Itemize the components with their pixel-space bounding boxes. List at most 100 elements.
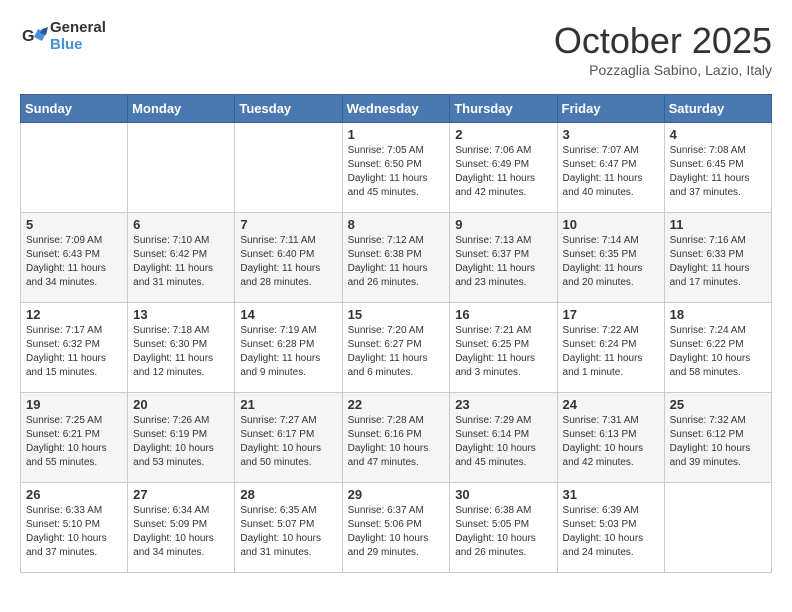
calendar-day-29: 29Sunrise: 6:37 AM Sunset: 5:06 PM Dayli…	[342, 483, 450, 573]
day-number: 28	[240, 487, 336, 502]
day-number: 22	[348, 397, 445, 412]
calendar-day-6: 6 Sunrise: 7:10 AM Sunset: 6:42 PM Daylig…	[128, 213, 235, 303]
calendar-empty-cell	[128, 123, 235, 213]
calendar-day-2: 2Sunrise: 7:06 AM Sunset: 6:49 PM Daylig…	[450, 123, 557, 213]
day-info: Sunrise: 7:13 AM Sunset: 6:37 PM Dayligh…	[455, 234, 551, 290]
calendar-day-5: 5 Sunrise: 7:09 AM Sunset: 6:43 PM Daylig…	[21, 213, 128, 303]
day-info: Sunrise: 7:22 AM Sunset: 6:24 PM Dayligh…	[563, 324, 659, 380]
day-number: 29	[348, 487, 445, 502]
calendar-day-12: 12 Sunrise: 7:17 AM Sunset: 6:32 PM Dayli…	[21, 303, 128, 393]
day-info: Sunrise: 6:34 AM Sunset: 5:09 PM Dayligh…	[133, 504, 229, 560]
calendar-day-19: 19 Sunrise: 7:25 AM Sunset: 6:21 PM Dayli…	[21, 393, 128, 483]
calendar-day-17: 17Sunrise: 7:22 AM Sunset: 6:24 PM Dayli…	[557, 303, 664, 393]
day-number: 14	[240, 307, 336, 322]
day-info: Sunrise: 7:10 AM Sunset: 6:42 PM Dayligh…	[133, 234, 229, 290]
day-info: Sunrise: 7:26 AM Sunset: 6:19 PM Dayligh…	[133, 414, 229, 470]
day-info: Sunrise: 7:29 AM Sunset: 6:14 PM Dayligh…	[455, 414, 551, 470]
day-info: Sunrise: 6:33 AM Sunset: 5:10 PM Dayligh…	[26, 504, 122, 560]
day-info: Sunrise: 7:31 AM Sunset: 6:13 PM Dayligh…	[563, 414, 659, 470]
calendar-day-20: 20 Sunrise: 7:26 AM Sunset: 6:19 PM Dayli…	[128, 393, 235, 483]
weekday-header-friday: Friday	[557, 95, 664, 123]
weekday-header-tuesday: Tuesday	[235, 95, 342, 123]
day-number: 12	[26, 307, 122, 322]
calendar-day-16: 16Sunrise: 7:21 AM Sunset: 6:25 PM Dayli…	[450, 303, 557, 393]
day-number: 15	[348, 307, 445, 322]
day-info: Sunrise: 6:38 AM Sunset: 5:05 PM Dayligh…	[455, 504, 551, 560]
day-number: 4	[670, 127, 766, 142]
day-info: Sunrise: 7:08 AM Sunset: 6:45 PM Dayligh…	[670, 144, 766, 200]
calendar-empty-cell	[664, 483, 771, 573]
day-info: Sunrise: 7:17 AM Sunset: 6:32 PM Dayligh…	[26, 324, 122, 380]
calendar-day-7: 7 Sunrise: 7:11 AM Sunset: 6:40 PM Daylig…	[235, 213, 342, 303]
location-subtitle: Pozzaglia Sabino, Lazio, Italy	[554, 62, 772, 78]
day-info: Sunrise: 7:25 AM Sunset: 6:21 PM Dayligh…	[26, 414, 122, 470]
day-info: Sunrise: 6:39 AM Sunset: 5:03 PM Dayligh…	[563, 504, 659, 560]
calendar-day-9: 9 Sunrise: 7:13 AM Sunset: 6:37 PM Daylig…	[450, 213, 557, 303]
calendar-day-1: 1 Sunrise: 7:05 AM Sunset: 6:50 PM Daylig…	[342, 123, 450, 213]
day-info: Sunrise: 7:16 AM Sunset: 6:33 PM Dayligh…	[670, 234, 766, 290]
calendar-day-15: 15Sunrise: 7:20 AM Sunset: 6:27 PM Dayli…	[342, 303, 450, 393]
day-number: 2	[455, 127, 551, 142]
weekday-header-row: SundayMondayTuesdayWednesdayThursdayFrid…	[21, 95, 772, 123]
calendar-day-22: 22 Sunrise: 7:28 AM Sunset: 6:16 PM Dayli…	[342, 393, 450, 483]
page-header: G General Blue October 2025 Pozzaglia Sa…	[20, 20, 772, 78]
calendar-day-31: 31 Sunrise: 6:39 AM Sunset: 5:03 PM Dayli…	[557, 483, 664, 573]
calendar-day-24: 24 Sunrise: 7:31 AM Sunset: 6:13 PM Dayli…	[557, 393, 664, 483]
calendar-empty-cell	[235, 123, 342, 213]
weekday-header-monday: Monday	[128, 95, 235, 123]
day-number: 31	[563, 487, 659, 502]
calendar-day-30: 30 Sunrise: 6:38 AM Sunset: 5:05 PM Dayli…	[450, 483, 557, 573]
day-info: Sunrise: 7:18 AM Sunset: 6:30 PM Dayligh…	[133, 324, 229, 380]
day-info: Sunrise: 7:05 AM Sunset: 6:50 PM Dayligh…	[348, 144, 445, 200]
day-info: Sunrise: 7:11 AM Sunset: 6:40 PM Dayligh…	[240, 234, 336, 290]
logo: G General Blue	[20, 20, 106, 53]
day-number: 7	[240, 217, 336, 232]
weekday-header-saturday: Saturday	[664, 95, 771, 123]
day-number: 30	[455, 487, 551, 502]
day-number: 20	[133, 397, 229, 412]
calendar-day-25: 25Sunrise: 7:32 AM Sunset: 6:12 PM Dayli…	[664, 393, 771, 483]
day-number: 16	[455, 307, 551, 322]
day-number: 1	[348, 127, 445, 142]
day-number: 24	[563, 397, 659, 412]
day-number: 27	[133, 487, 229, 502]
calendar-day-23: 23 Sunrise: 7:29 AM Sunset: 6:14 PM Dayli…	[450, 393, 557, 483]
weekday-header-sunday: Sunday	[21, 95, 128, 123]
calendar-day-3: 3Sunrise: 7:07 AM Sunset: 6:47 PM Daylig…	[557, 123, 664, 213]
calendar-day-10: 10 Sunrise: 7:14 AM Sunset: 6:35 PM Dayli…	[557, 213, 664, 303]
calendar-day-28: 28 Sunrise: 6:35 AM Sunset: 5:07 PM Dayli…	[235, 483, 342, 573]
calendar-week-row: 19 Sunrise: 7:25 AM Sunset: 6:21 PM Dayli…	[21, 393, 772, 483]
calendar-day-13: 13 Sunrise: 7:18 AM Sunset: 6:30 PM Dayli…	[128, 303, 235, 393]
calendar-day-18: 18Sunrise: 7:24 AM Sunset: 6:22 PM Dayli…	[664, 303, 771, 393]
calendar-day-27: 27 Sunrise: 6:34 AM Sunset: 5:09 PM Dayli…	[128, 483, 235, 573]
day-number: 13	[133, 307, 229, 322]
day-info: Sunrise: 7:28 AM Sunset: 6:16 PM Dayligh…	[348, 414, 445, 470]
title-section: October 2025 Pozzaglia Sabino, Lazio, It…	[554, 20, 772, 78]
calendar-day-8: 8Sunrise: 7:12 AM Sunset: 6:38 PM Daylig…	[342, 213, 450, 303]
day-number: 10	[563, 217, 659, 232]
calendar-day-26: 26Sunrise: 6:33 AM Sunset: 5:10 PM Dayli…	[21, 483, 128, 573]
logo-blue: Blue	[50, 37, 106, 54]
calendar-day-21: 21Sunrise: 7:27 AM Sunset: 6:17 PM Dayli…	[235, 393, 342, 483]
day-info: Sunrise: 7:14 AM Sunset: 6:35 PM Dayligh…	[563, 234, 659, 290]
calendar-day-11: 11 Sunrise: 7:16 AM Sunset: 6:33 PM Dayli…	[664, 213, 771, 303]
day-info: Sunrise: 7:09 AM Sunset: 6:43 PM Dayligh…	[26, 234, 122, 290]
calendar-day-4: 4 Sunrise: 7:08 AM Sunset: 6:45 PM Daylig…	[664, 123, 771, 213]
weekday-header-thursday: Thursday	[450, 95, 557, 123]
day-number: 11	[670, 217, 766, 232]
calendar-empty-cell	[21, 123, 128, 213]
day-number: 19	[26, 397, 122, 412]
day-number: 23	[455, 397, 551, 412]
day-info: Sunrise: 6:35 AM Sunset: 5:07 PM Dayligh…	[240, 504, 336, 560]
day-number: 5	[26, 217, 122, 232]
calendar-day-14: 14 Sunrise: 7:19 AM Sunset: 6:28 PM Dayli…	[235, 303, 342, 393]
day-number: 6	[133, 217, 229, 232]
day-info: Sunrise: 7:12 AM Sunset: 6:38 PM Dayligh…	[348, 234, 445, 290]
day-number: 3	[563, 127, 659, 142]
day-number: 18	[670, 307, 766, 322]
day-info: Sunrise: 7:19 AM Sunset: 6:28 PM Dayligh…	[240, 324, 336, 380]
day-number: 9	[455, 217, 551, 232]
weekday-header-wednesday: Wednesday	[342, 95, 450, 123]
calendar-week-row: 12 Sunrise: 7:17 AM Sunset: 6:32 PM Dayli…	[21, 303, 772, 393]
day-info: Sunrise: 7:27 AM Sunset: 6:17 PM Dayligh…	[240, 414, 336, 470]
